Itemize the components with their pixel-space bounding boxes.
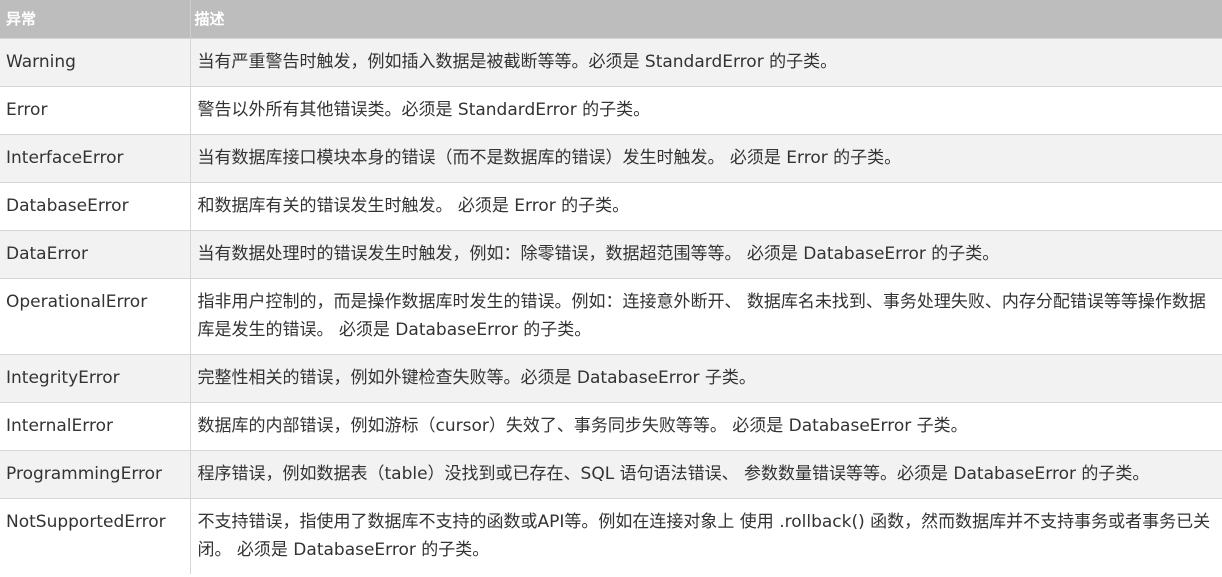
table-row: InterfaceError 当有数据库接口模块本身的错误（而不是数据库的错误）… bbox=[0, 134, 1222, 183]
table-row: IntegrityError 完整性相关的错误，例如外键检查失败等。必须是 Da… bbox=[0, 354, 1222, 403]
header-description: 描述 bbox=[190, 0, 1222, 39]
exception-description: 和数据库有关的错误发生时触发。 必须是 Error 的子类。 bbox=[190, 182, 1222, 231]
exception-name: DatabaseError bbox=[0, 182, 191, 231]
exception-name: Warning bbox=[0, 38, 191, 87]
table-row: NotSupportedError 不支持错误，指使用了数据库不支持的函数或AP… bbox=[0, 498, 1222, 574]
exception-name: InterfaceError bbox=[0, 134, 191, 183]
exception-name: Error bbox=[0, 86, 191, 135]
table-row: Warning 当有严重警告时触发，例如插入数据是被截断等等。必须是 Stand… bbox=[0, 38, 1222, 87]
exception-name: InternalError bbox=[0, 402, 191, 451]
exception-name: OperationalError bbox=[0, 278, 191, 355]
table-row: Error 警告以外所有其他错误类。必须是 StandardError 的子类。 bbox=[0, 86, 1222, 135]
table-row: OperationalError 指非用户控制的，而是操作数据库时发生的错误。例… bbox=[0, 278, 1222, 355]
exception-description: 当有数据处理时的错误发生时触发，例如：除零错误，数据超范围等等。 必须是 Dat… bbox=[190, 230, 1222, 279]
exception-description: 警告以外所有其他错误类。必须是 StandardError 的子类。 bbox=[190, 86, 1222, 135]
exception-description: 完整性相关的错误，例如外键检查失败等。必须是 DatabaseError 子类。 bbox=[190, 354, 1222, 403]
header-exception: 异常 bbox=[0, 0, 191, 39]
exception-name: DataError bbox=[0, 230, 191, 279]
header-row: 异常 描述 bbox=[0, 0, 1222, 39]
exception-description: 当有严重警告时触发，例如插入数据是被截断等等。必须是 StandardError… bbox=[190, 38, 1222, 87]
table-row: ProgrammingError 程序错误，例如数据表（table）没找到或已存… bbox=[0, 450, 1222, 499]
table-row: InternalError 数据库的内部错误，例如游标（cursor）失效了、事… bbox=[0, 402, 1222, 451]
exception-description: 数据库的内部错误，例如游标（cursor）失效了、事务同步失败等等。 必须是 D… bbox=[190, 402, 1222, 451]
exception-name: NotSupportedError bbox=[0, 498, 191, 574]
exception-description: 不支持错误，指使用了数据库不支持的函数或API等。例如在连接对象上 使用 .ro… bbox=[190, 498, 1222, 574]
exception-description: 指非用户控制的，而是操作数据库时发生的错误。例如：连接意外断开、 数据库名未找到… bbox=[190, 278, 1222, 355]
table-header: 异常 描述 bbox=[0, 0, 1222, 39]
exception-name: IntegrityError bbox=[0, 354, 191, 403]
exception-description: 当有数据库接口模块本身的错误（而不是数据库的错误）发生时触发。 必须是 Erro… bbox=[190, 134, 1222, 183]
exception-description: 程序错误，例如数据表（table）没找到或已存在、SQL 语句语法错误、 参数数… bbox=[190, 450, 1222, 499]
exception-name: ProgrammingError bbox=[0, 450, 191, 499]
exception-table: 异常 描述 Warning 当有严重警告时触发，例如插入数据是被截断等等。必须是… bbox=[0, 0, 1222, 574]
table-body: Warning 当有严重警告时触发，例如插入数据是被截断等等。必须是 Stand… bbox=[0, 38, 1222, 574]
table-row: DataError 当有数据处理时的错误发生时触发，例如：除零错误，数据超范围等… bbox=[0, 230, 1222, 279]
table-row: DatabaseError 和数据库有关的错误发生时触发。 必须是 Error … bbox=[0, 182, 1222, 231]
